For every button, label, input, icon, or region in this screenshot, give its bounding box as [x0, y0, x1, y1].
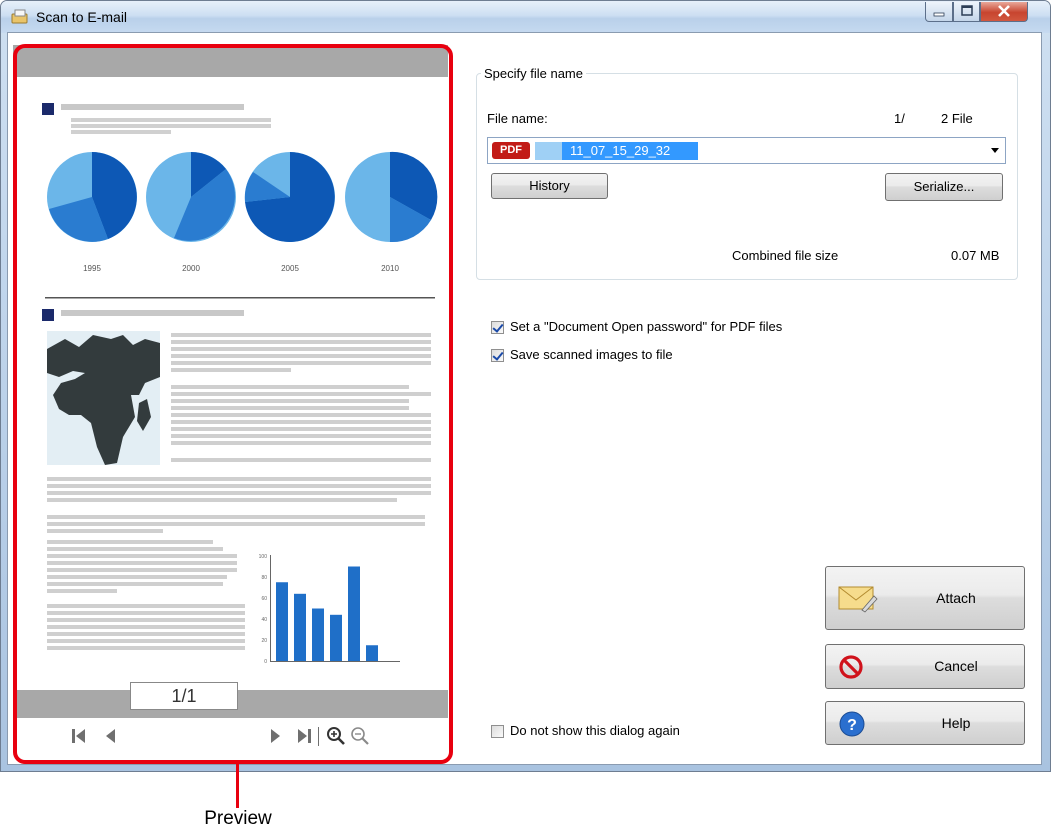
- zoom-out-icon[interactable]: [350, 726, 370, 746]
- pie-year-label: 1995: [83, 264, 101, 273]
- preview-bar: [366, 645, 378, 661]
- help-icon: ?: [839, 711, 865, 737]
- world-map-image: [47, 331, 160, 465]
- cancel-button[interactable]: Cancel: [825, 644, 1025, 689]
- save-images-label[interactable]: Save scanned images to file: [510, 347, 673, 362]
- preview-bar: [276, 582, 288, 661]
- password-checkbox[interactable]: [491, 321, 504, 334]
- minimize-button[interactable]: [925, 2, 953, 22]
- nav-separator: [318, 727, 319, 746]
- pie-year-label: 2010: [381, 264, 399, 273]
- file-counter-total: 2 File: [941, 111, 973, 126]
- preview-bar: [348, 566, 360, 661]
- group-legend: Specify file name: [481, 66, 586, 81]
- callout-line: [236, 764, 239, 808]
- dont-show-checkbox[interactable]: [491, 725, 504, 738]
- cancel-label: Cancel: [934, 658, 978, 674]
- window-title: Scan to E-mail: [36, 9, 128, 25]
- attach-label: Attach: [936, 590, 976, 606]
- file-counter-current: 1/: [894, 111, 905, 126]
- first-page-icon[interactable]: [71, 727, 87, 745]
- file-name-combobox[interactable]: PDF 11_07_15_29_32: [487, 137, 1006, 164]
- bar-axis-tick: 80: [261, 575, 267, 581]
- cancel-icon: [839, 655, 863, 679]
- save-images-checkbox[interactable]: [491, 349, 504, 362]
- title-bar[interactable]: Scan to E-mail: [1, 1, 1050, 33]
- previous-page-icon[interactable]: [103, 727, 117, 745]
- pie-year-label: 2005: [281, 264, 299, 273]
- preview-top-bar: [13, 45, 448, 77]
- combined-size-label: Combined file size: [732, 248, 839, 263]
- help-button[interactable]: ? Help: [825, 701, 1025, 745]
- dropdown-arrow-icon[interactable]: [991, 148, 999, 153]
- envelope-icon: [838, 586, 878, 613]
- preview-navigation: [13, 718, 448, 755]
- preview-panel: 1995 2000 2005 2010 100 80 60 40 20 0: [13, 45, 448, 755]
- file-name-value: 11_07_15_29_32: [570, 143, 671, 158]
- file-name-label: File name:: [487, 111, 548, 126]
- document-preview-page[interactable]: 1995 2000 2005 2010 100 80 60 40 20 0: [13, 77, 448, 690]
- serialize-button[interactable]: Serialize...: [885, 173, 1003, 201]
- preview-callout-label: Preview: [204, 808, 272, 829]
- pie-year-label: 2000: [182, 264, 200, 273]
- pdf-file-icon: PDF: [492, 142, 530, 159]
- bar-axis-tick: 100: [259, 554, 268, 560]
- bar-axis-tick: 0: [264, 659, 267, 665]
- combined-size-value: 0.07 MB: [951, 248, 1000, 263]
- pie-chart-2005: [244, 152, 335, 242]
- zoom-in-icon[interactable]: [326, 726, 346, 746]
- bar-axis-tick: 60: [261, 596, 267, 602]
- attach-button[interactable]: Attach: [825, 566, 1025, 630]
- scan-app-icon: [11, 9, 28, 24]
- password-option-label[interactable]: Set a "Document Open password" for PDF f…: [510, 319, 782, 334]
- pie-chart-1995: [47, 152, 137, 242]
- bar-axis-tick: 40: [261, 617, 267, 623]
- maximize-button[interactable]: [953, 2, 980, 22]
- page-number-field[interactable]: 1/1: [130, 682, 238, 710]
- maximize-icon: [961, 5, 973, 16]
- dont-show-label[interactable]: Do not show this dialog again: [510, 723, 680, 738]
- history-button[interactable]: History: [491, 173, 608, 199]
- close-icon: [998, 5, 1010, 17]
- minimize-icon: [933, 12, 945, 17]
- close-button[interactable]: [980, 2, 1028, 22]
- preview-bar: [330, 614, 342, 661]
- preview-bar: [312, 608, 324, 661]
- help-label: Help: [941, 715, 971, 731]
- bar-axis-tick: 20: [261, 638, 267, 644]
- pie-chart-2010: [345, 151, 438, 243]
- preview-bar: [294, 593, 306, 661]
- svg-text:?: ?: [847, 717, 857, 734]
- next-page-icon[interactable]: [269, 727, 283, 745]
- last-page-icon[interactable]: [296, 727, 312, 745]
- pie-chart-2000: [146, 152, 236, 242]
